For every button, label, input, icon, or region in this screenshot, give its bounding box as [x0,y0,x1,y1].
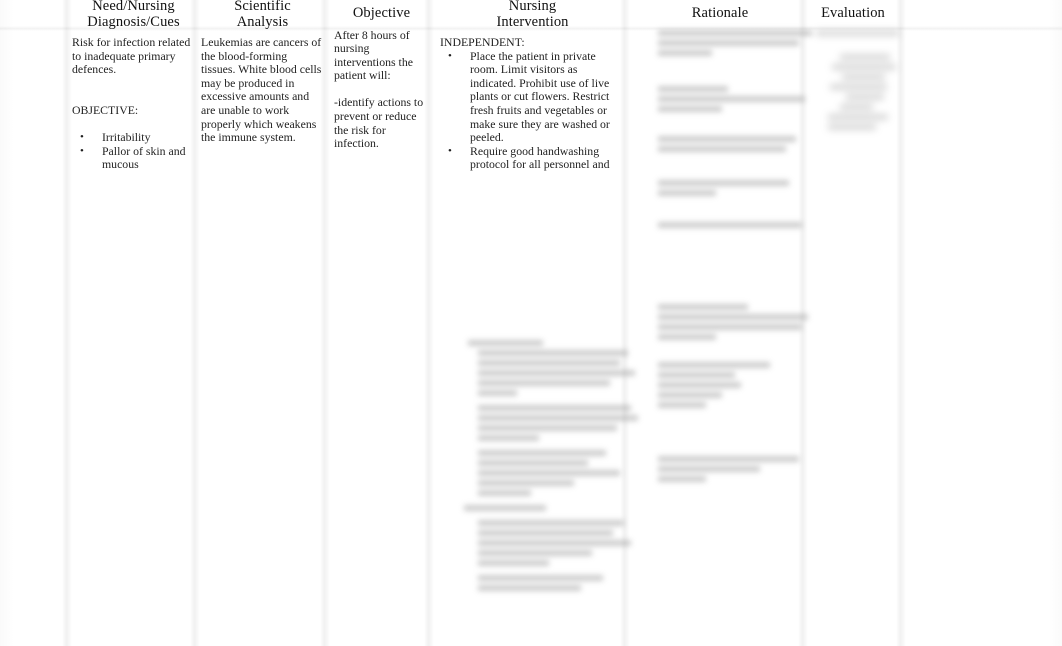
bullet-icon: • [80,144,84,157]
illegible-text-block [440,520,632,566]
illegible-text-block [440,405,639,441]
illegible-text-block [640,135,800,152]
intervention-text: Require good handwashing protocol for al… [470,143,610,172]
intervention-subheading: INDEPENDENT: [440,35,525,49]
cell-nursing-intervention: INDEPENDENT: • Place the patient in priv… [440,35,625,172]
bullet-icon: • [448,49,452,62]
illegible-text-block [640,455,800,482]
column-header-rationale: Rationale [691,5,749,21]
illegible-text-block [810,53,896,130]
illegible-text-block [640,85,806,112]
column-header-scientific-analysis: Scientific Analysis [234,0,291,30]
column-need-nursing-diagnosis-cues: Need/Nursing Diagnosis/Cues Risk for inf… [72,0,195,172]
illegible-text-block [640,361,800,408]
cell-rationale-illegible [640,29,812,482]
column-scientific-analysis: Scientific Analysis Leukemias are cancer… [201,0,324,145]
illegible-text-block [640,221,802,228]
column-objective: Objective After 8 hours of nursing inter… [334,0,429,151]
cell-scientific-analysis: Leukemias are cancers of the blood-formi… [201,35,324,145]
cell-nursing-intervention-illegible [440,340,639,600]
cues-list: • Irritability • Pallor of skin and muco… [72,130,195,172]
list-item: • Place the patient in private room. Lim… [440,48,625,145]
list-item: • Require good handwashing protocol for … [440,143,625,172]
bullet-icon: • [448,144,452,157]
illegible-text-block [640,303,809,340]
illegible-text-block [440,340,635,396]
cell-evaluation-illegible [810,29,899,130]
document-page: Need/Nursing Diagnosis/Cues Risk for inf… [0,0,1062,646]
column-nursing-intervention: Nursing Intervention INDEPENDENT: • Plac… [440,0,639,591]
scientific-analysis-text: Leukemias are cancers of the blood-formi… [201,35,322,145]
objective-goal: -identify actions to prevent or reduce t… [334,95,424,151]
illegible-text-block [640,179,800,196]
illegible-text-block [810,29,899,36]
cue-text: Pallor of skin and mucous [102,143,186,172]
nursing-care-plan-table: Need/Nursing Diagnosis/Cues Risk for inf… [0,0,1062,646]
column-header-need-nursing-diagnosis-cues: Need/Nursing Diagnosis/Cues [87,0,180,30]
column-separator-7 [896,0,906,646]
bullet-icon: • [80,131,84,144]
list-item: • Irritability [72,130,195,145]
column-separator-1 [62,0,72,646]
diagnosis-statement: Risk for infection related to inadequate… [72,35,191,77]
intervention-list: • Place the patient in private room. Lim… [440,48,625,172]
column-header-nursing-intervention: Nursing Intervention [496,0,569,30]
illegible-text-block [640,29,812,56]
column-rationale: Rationale [640,0,812,491]
cell-objective: After 8 hours of nursing interventions t… [334,27,429,151]
objective-timeframe: After 8 hours of nursing interventions t… [334,27,413,83]
illegible-text-block [440,505,618,511]
cue-text: Irritability [102,130,151,145]
objective-subheading: OBJECTIVE: [72,102,139,117]
illegible-text-block [440,450,621,496]
illegible-text-block [440,575,618,591]
intervention-text: Place the patient in private room. Limit… [470,48,610,145]
list-item: • Pallor of skin and mucous [72,143,195,172]
column-header-objective: Objective [352,5,411,21]
column-evaluation: Evaluation [810,0,899,139]
column-header-evaluation: Evaluation [821,5,885,21]
cell-need-nursing-diagnosis-cues: Risk for infection related to inadequate… [72,35,195,172]
